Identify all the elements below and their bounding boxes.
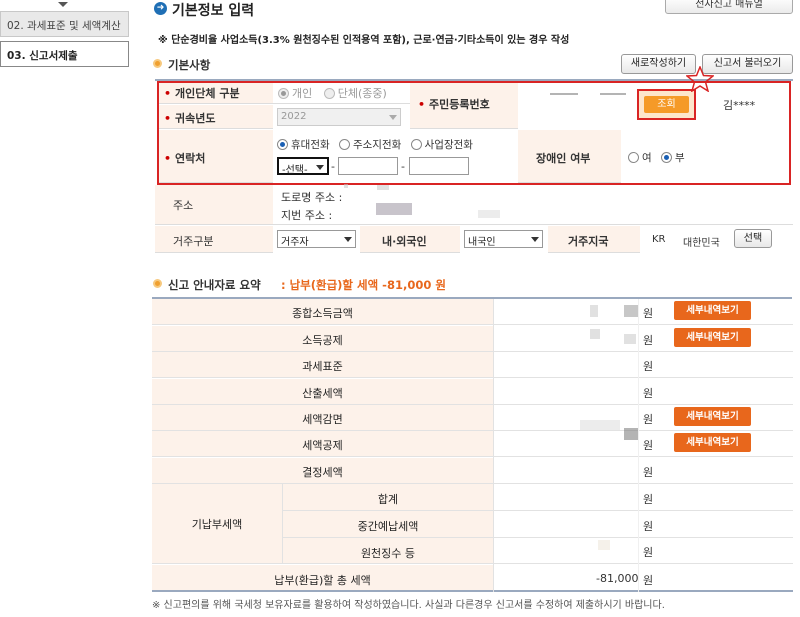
unit-interim-prepayment: 원 bbox=[643, 520, 654, 533]
address-label-cell: 주소 bbox=[155, 185, 273, 225]
arrow-circle-icon: ➜ bbox=[154, 2, 167, 15]
masked-lot-address-2 bbox=[478, 210, 500, 218]
masked-value-income bbox=[590, 305, 598, 317]
unit-deduction: 원 bbox=[643, 334, 654, 347]
section-bullet-icon bbox=[153, 59, 162, 68]
residence-type-label-cell: 거주구분 bbox=[155, 226, 273, 253]
label-column-divider bbox=[493, 299, 494, 592]
masked-value-income-2 bbox=[624, 305, 638, 317]
address-label: 주소 bbox=[173, 199, 194, 212]
unit-tax-reduction: 원 bbox=[643, 413, 654, 426]
unit-withholding: 원 bbox=[643, 546, 654, 559]
unit-prepaid-total: 원 bbox=[643, 493, 654, 506]
unit-determined-tax: 원 bbox=[643, 466, 654, 479]
notice-text: ※ 단순경비율 사업소득(3.3% 원천징수된 인적용역 포함), 근로·연금·… bbox=[158, 35, 570, 46]
row-label-determined-tax: 결정세액 bbox=[152, 458, 493, 484]
row-label-interim-prepayment: 중간예납세액 bbox=[283, 511, 493, 538]
unit-income: 원 bbox=[643, 307, 654, 320]
load-form-button[interactable]: 신고서 불러오기 bbox=[702, 54, 793, 74]
residence-country-label: 거주지국 bbox=[568, 235, 609, 248]
row-label-tax-base: 과세표준 bbox=[152, 352, 493, 378]
masked-value-reduction bbox=[580, 420, 620, 430]
highlight-box bbox=[157, 81, 791, 185]
chevron-down-icon bbox=[531, 237, 539, 242]
prepaid-group-label: 기납부세액 bbox=[152, 484, 282, 564]
residence-type-select[interactable]: 거주자 bbox=[277, 230, 356, 248]
row-label-deduction: 소득공제 bbox=[152, 326, 493, 352]
nationality-select[interactable]: 내국인 bbox=[464, 230, 543, 248]
unit-total-tax: 원 bbox=[643, 574, 654, 587]
masked-value-deduction-2 bbox=[624, 334, 636, 344]
section-bullet-icon bbox=[153, 279, 162, 288]
value-column-divider bbox=[638, 299, 639, 592]
summary-result-text: : 납부(환급)할 세액 -81,000 원 bbox=[281, 278, 446, 292]
road-address-label: 도로명 주소 : bbox=[281, 191, 343, 204]
page-title: 기본정보 입력 bbox=[172, 3, 255, 19]
row-label-tax-reduction: 세액감면 bbox=[152, 405, 493, 431]
unit-tax-base: 원 bbox=[643, 360, 654, 373]
sidebar-item-tax-calculation[interactable]: 02. 과세표준 및 세액계산 bbox=[0, 11, 129, 37]
residence-type-value: 거주자 bbox=[281, 237, 309, 248]
row-label-withholding: 원천징수 등 bbox=[283, 538, 493, 564]
row-label-prepaid-total: 합계 bbox=[283, 484, 493, 511]
income-detail-button[interactable]: 세부내역보기 bbox=[674, 301, 751, 320]
country-code: KR bbox=[652, 234, 666, 245]
sidebar-item-submit[interactable]: 03. 신고서제출 bbox=[0, 41, 129, 67]
deduction-detail-button[interactable]: 세부내역보기 bbox=[674, 328, 751, 347]
country-name: 대한민국 bbox=[683, 238, 720, 249]
lot-address-label: 지번 주소 : bbox=[281, 209, 333, 222]
total-tax-value: -81,000 bbox=[596, 572, 639, 585]
chevron-down-icon bbox=[344, 237, 352, 242]
manual-button[interactable]: 전자신고 매뉴얼 bbox=[665, 0, 793, 14]
row-label-tax-credit: 세액공제 bbox=[152, 431, 493, 457]
credit-detail-button[interactable]: 세부내역보기 bbox=[674, 433, 751, 452]
nationality-label: 내·외국인 bbox=[382, 235, 427, 248]
masked-value-withholding bbox=[598, 540, 610, 550]
row-label-total-tax: 납부(환급)할 총 세액 bbox=[152, 565, 493, 592]
masked-value-credit bbox=[624, 428, 638, 440]
row-label-calculated-tax: 산출세액 bbox=[152, 379, 493, 405]
masked-road-address-2 bbox=[377, 185, 389, 190]
footnote: ※ 신고편의를 위해 국세청 보유자료를 활용하여 작성하였습니다. 사실과 다… bbox=[152, 600, 665, 611]
row-label-income: 종합소득금액 bbox=[152, 299, 493, 325]
address-field bbox=[273, 185, 793, 225]
section-title-basic: 기본사항 bbox=[168, 58, 211, 72]
residence-country-label-cell: 거주지국 bbox=[548, 226, 640, 253]
nationality-value: 내국인 bbox=[468, 237, 496, 248]
new-form-button[interactable]: 새로작성하기 bbox=[621, 54, 696, 74]
chevron-down-icon[interactable] bbox=[58, 2, 68, 7]
unit-calculated-tax: 원 bbox=[643, 387, 654, 400]
masked-value-deduction bbox=[590, 329, 600, 339]
masked-lot-address bbox=[376, 203, 412, 215]
section-title-summary: 신고 안내자료 요약 bbox=[168, 278, 261, 292]
unit-tax-credit: 원 bbox=[643, 439, 654, 452]
country-select-button[interactable]: 선택 bbox=[734, 229, 772, 248]
residence-type-label: 거주구분 bbox=[173, 235, 214, 248]
sidebar: 02. 과세표준 및 세액계산 03. 신고서제출 bbox=[0, 0, 131, 617]
nationality-label-cell: 내·외국인 bbox=[360, 226, 460, 253]
reduction-detail-button[interactable]: 세부내역보기 bbox=[674, 407, 751, 426]
masked-road-address bbox=[344, 184, 348, 188]
